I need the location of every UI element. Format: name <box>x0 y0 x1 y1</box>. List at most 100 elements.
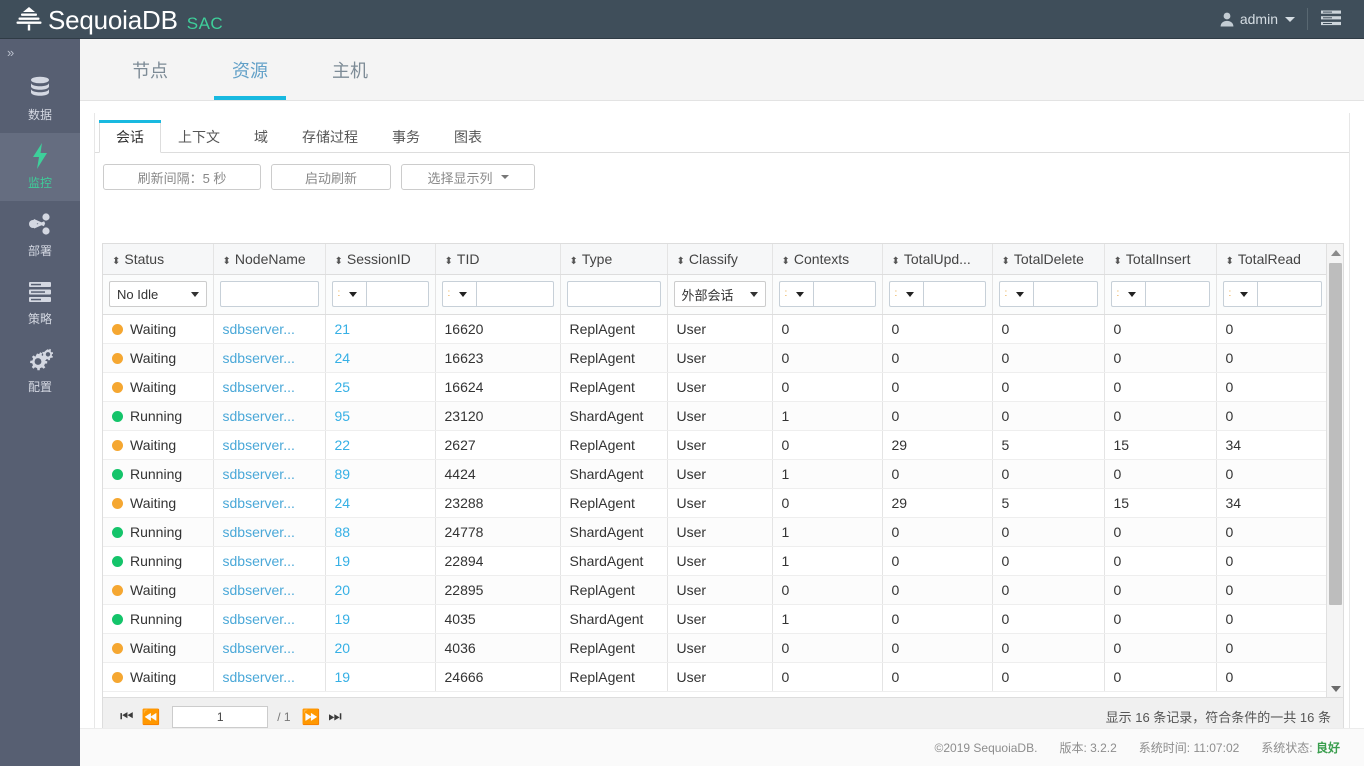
sessionid-filter-input[interactable] <box>365 281 429 307</box>
cell-sessionid[interactable]: 95 <box>325 401 436 431</box>
col-header-totalupdate[interactable]: ⬍ TotalUpd... <box>882 244 993 275</box>
table-row[interactable]: Waiting sdbserver... 24 23288 ReplAgent User 0… <box>103 488 1329 518</box>
sidebar-item-monitor[interactable]: 监控 <box>0 133 80 201</box>
nodename-link[interactable]: sdbserver... <box>223 466 295 482</box>
sessionid-link[interactable]: 95 <box>335 408 351 424</box>
col-header-totalread[interactable]: ⬍ TotalRead <box>1216 244 1329 275</box>
sessionid-operator-button[interactable]: : <box>331 281 366 307</box>
tid-filter-input[interactable] <box>475 281 554 307</box>
cell-sessionid[interactable]: 19 <box>325 662 436 692</box>
sessionid-link[interactable]: 88 <box>335 524 351 540</box>
totaldelete-filter-input[interactable] <box>1032 281 1098 307</box>
cell-sessionid[interactable]: 24 <box>325 488 436 518</box>
table-row[interactable]: Running sdbserver... 88 24778 ShardAgent User… <box>103 517 1329 547</box>
cell-sessionid[interactable]: 21 <box>325 314 436 344</box>
cell-sessionid[interactable]: 19 <box>325 604 436 634</box>
sidebar-collapse-toggle[interactable]: » <box>0 39 80 65</box>
contexts-operator-button[interactable]: : <box>778 281 813 307</box>
col-header-totaldelete[interactable]: ⬍ TotalDelete <box>992 244 1105 275</box>
first-page-button[interactable]: ⏮ <box>115 708 137 725</box>
col-header-totalinsert[interactable]: ⬍ TotalInsert <box>1104 244 1217 275</box>
nodename-link[interactable]: sdbserver... <box>223 408 295 424</box>
table-row[interactable]: Waiting sdbserver... 25 16624 ReplAgent User 0… <box>103 372 1329 402</box>
cell-sessionid[interactable]: 24 <box>325 343 436 373</box>
cell-nodename[interactable]: sdbserver... <box>213 314 326 344</box>
sidebar-item-policy[interactable]: 策略 <box>0 269 80 337</box>
status-filter-select[interactable]: No Idle <box>109 281 207 307</box>
sessionid-link[interactable]: 25 <box>335 379 351 395</box>
cell-nodename[interactable]: sdbserver... <box>213 604 326 634</box>
tab-resources[interactable]: 资源 <box>200 39 300 100</box>
nodename-link[interactable]: sdbserver... <box>223 640 295 656</box>
tab-hosts[interactable]: 主机 <box>300 39 400 100</box>
sessionid-link[interactable]: 20 <box>335 582 351 598</box>
sessionid-link[interactable]: 21 <box>335 321 351 337</box>
cell-nodename[interactable]: sdbserver... <box>213 372 326 402</box>
cell-nodename[interactable]: sdbserver... <box>213 546 326 576</box>
table-row[interactable]: Waiting sdbserver... 22 2627 ReplAgent User 0 2… <box>103 430 1329 460</box>
table-row[interactable]: Running sdbserver... 95 23120 ShardAgent User… <box>103 401 1329 431</box>
cell-sessionid[interactable]: 20 <box>325 633 436 663</box>
cell-sessionid[interactable]: 19 <box>325 546 436 576</box>
menu-toggle-button[interactable] <box>1308 0 1354 39</box>
type-filter-input[interactable] <box>566 281 661 307</box>
nodename-link[interactable]: sdbserver... <box>223 524 295 540</box>
grid-vertical-scrollbar[interactable] <box>1326 244 1343 697</box>
subtab-charts[interactable]: 图表 <box>437 120 499 153</box>
nodename-link[interactable]: sdbserver... <box>223 495 295 511</box>
sessionid-link[interactable]: 20 <box>335 640 351 656</box>
cell-nodename[interactable]: sdbserver... <box>213 662 326 692</box>
classify-filter-select[interactable]: 外部会话 <box>673 281 766 307</box>
cell-sessionid[interactable]: 88 <box>325 517 436 547</box>
table-row[interactable]: Running sdbserver... 19 4035 ShardAgent User 1… <box>103 604 1329 634</box>
col-header-classify[interactable]: ⬍ Classify <box>667 244 773 275</box>
subtab-procedures[interactable]: 存储过程 <box>285 120 375 153</box>
user-menu[interactable]: admin <box>1208 0 1307 39</box>
tab-nodes[interactable]: 节点 <box>100 39 200 100</box>
totalinsert-filter-input[interactable] <box>1144 281 1210 307</box>
totalupdate-filter-input[interactable] <box>922 281 986 307</box>
nodename-link[interactable]: sdbserver... <box>223 379 295 395</box>
sessionid-link[interactable]: 89 <box>335 466 351 482</box>
col-header-type[interactable]: ⬍ Type <box>560 244 668 275</box>
next-page-button[interactable]: ⏩ <box>297 708 324 726</box>
nodename-link[interactable]: sdbserver... <box>223 553 295 569</box>
sessionid-link[interactable]: 19 <box>335 669 351 685</box>
sessionid-link[interactable]: 19 <box>335 611 351 627</box>
col-header-contexts[interactable]: ⬍ Contexts <box>772 244 883 275</box>
sessionid-link[interactable]: 24 <box>335 495 351 511</box>
totalread-operator-button[interactable]: : <box>1222 281 1257 307</box>
cell-nodename[interactable]: sdbserver... <box>213 575 326 605</box>
select-columns-button[interactable]: 选择显示列 <box>401 164 535 190</box>
scroll-up-button[interactable] <box>1327 244 1343 261</box>
totalupdate-operator-button[interactable]: : <box>888 281 923 307</box>
cell-nodename[interactable]: sdbserver... <box>213 488 326 518</box>
sidebar-item-data[interactable]: 数据 <box>0 65 80 133</box>
nodename-filter-input[interactable] <box>219 281 319 307</box>
col-header-nodename[interactable]: ⬍ NodeName <box>213 244 326 275</box>
refresh-interval-button[interactable]: 刷新间隔：5 秒 <box>103 164 261 190</box>
totaldelete-operator-button[interactable]: : <box>998 281 1033 307</box>
sidebar-item-deploy[interactable]: 部署 <box>0 201 80 269</box>
col-header-status[interactable]: ⬍ Status <box>103 244 214 275</box>
subtab-sessions[interactable]: 会话 <box>99 120 161 153</box>
sessionid-link[interactable]: 22 <box>335 437 351 453</box>
subtab-transactions[interactable]: 事务 <box>375 120 437 153</box>
table-row[interactable]: Running sdbserver... 89 4424 ShardAgent User 1… <box>103 459 1329 489</box>
table-row[interactable]: Waiting sdbserver... 20 4036 ReplAgent User 0 0… <box>103 633 1329 663</box>
scroll-down-button[interactable] <box>1327 680 1343 697</box>
table-row[interactable]: Waiting sdbserver... 21 16620 ReplAgent User 0… <box>103 314 1329 344</box>
subtab-domains[interactable]: 域 <box>237 120 285 153</box>
cell-sessionid[interactable]: 22 <box>325 430 436 460</box>
cell-nodename[interactable]: sdbserver... <box>213 459 326 489</box>
col-header-sessionid[interactable]: ⬍ SessionID <box>325 244 436 275</box>
totalread-filter-input[interactable] <box>1256 281 1322 307</box>
col-header-tid[interactable]: ⬍ TID <box>435 244 561 275</box>
prev-page-button[interactable]: ⏪ <box>137 708 164 726</box>
nodename-link[interactable]: sdbserver... <box>223 582 295 598</box>
cell-nodename[interactable]: sdbserver... <box>213 343 326 373</box>
nodename-link[interactable]: sdbserver... <box>223 437 295 453</box>
page-number-input[interactable] <box>172 705 269 728</box>
nodename-link[interactable]: sdbserver... <box>223 350 295 366</box>
table-row[interactable]: Waiting sdbserver... 24 16623 ReplAgent User 0… <box>103 343 1329 373</box>
